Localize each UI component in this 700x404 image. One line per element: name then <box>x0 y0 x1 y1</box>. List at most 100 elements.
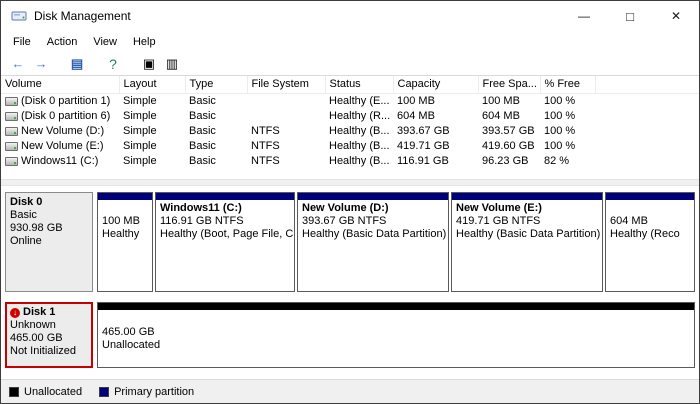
maximize-button[interactable]: □ <box>607 1 653 31</box>
cell-layout: Simple <box>119 139 185 154</box>
cell-layout: Simple <box>119 154 185 169</box>
disk1-kind: Unknown <box>10 319 88 332</box>
volume-name: New Volume (D:) <box>21 124 104 139</box>
partition-size: 116.91 GB NTFS <box>160 215 294 228</box>
legend-swatch-unallocated <box>9 387 19 397</box>
column-header-type[interactable]: Type <box>185 76 247 93</box>
partition-size: 604 MB <box>610 215 694 228</box>
cell-file-system: NTFS <box>247 154 325 169</box>
primary-partition-stripe <box>98 193 152 200</box>
volume-cell: New Volume (E:) <box>1 139 119 154</box>
cell-file-system <box>247 93 325 109</box>
window-controls: — □ ✕ <box>561 1 699 31</box>
legend-label-primary: Primary partition <box>114 386 194 398</box>
views-icon[interactable]: ▥ <box>163 55 181 73</box>
back-icon[interactable]: ← <box>9 55 27 73</box>
partition-block[interactable]: 604 MB Healthy (Reco <box>605 192 695 292</box>
cell-status: Healthy (B... <box>325 139 393 154</box>
titlebar: Disk Management — □ ✕ <box>1 1 699 31</box>
partition-size: 419.71 GB NTFS <box>456 215 602 228</box>
pane-splitter[interactable] <box>1 179 699 186</box>
volume-cell: (Disk 0 partition 1) <box>1 93 119 109</box>
disk0-info-panel[interactable]: Disk 0 Basic 930.98 GB Online <box>5 192 93 292</box>
help-icon[interactable]: ? <box>104 55 122 73</box>
header-row: Volume Layout Type File System Status Ca… <box>1 76 699 93</box>
partition-status: Healthy (Basic Data Partition) <box>456 228 602 241</box>
volume-name: (Disk 0 partition 6) <box>21 109 110 124</box>
disk1-size: 465.00 GB <box>10 332 88 345</box>
volumes-table: Volume Layout Type File System Status Ca… <box>1 76 699 169</box>
graphical-view: Disk 0 Basic 930.98 GB Online 100 MB Hea… <box>1 186 699 379</box>
legend-label-unallocated: Unallocated <box>24 386 82 398</box>
primary-partition-stripe <box>298 193 448 200</box>
cell-filler <box>595 124 699 139</box>
drive-icon <box>5 97 18 106</box>
drive-icon <box>5 112 18 121</box>
menu-file[interactable]: File <box>5 33 39 51</box>
menu-help[interactable]: Help <box>125 33 164 51</box>
disk0-name: Disk 0 <box>10 196 42 209</box>
column-header-status[interactable]: Status <box>325 76 393 93</box>
legend-swatch-primary <box>99 387 109 397</box>
cell-type: Basic <box>185 93 247 109</box>
menu-action[interactable]: Action <box>39 33 86 51</box>
cell-status: Healthy (B... <box>325 154 393 169</box>
partition-status: Healthy (Reco <box>610 228 694 241</box>
menu-view[interactable]: View <box>85 33 125 51</box>
volume-row[interactable]: (Disk 0 partition 6) Simple Basic Health… <box>1 109 699 124</box>
devices-icon[interactable]: ▣ <box>140 55 158 73</box>
partition-name: New Volume (E:) <box>456 202 602 215</box>
volume-cell: (Disk 0 partition 6) <box>1 109 119 124</box>
console-tree-icon[interactable]: ▤ <box>68 55 86 73</box>
partition-block[interactable]: New Volume (D:) 393.67 GB NTFS Healthy (… <box>297 192 449 292</box>
cell-free-space: 393.57 GB <box>478 124 540 139</box>
disk0-row: Disk 0 Basic 930.98 GB Online 100 MB Hea… <box>5 192 695 292</box>
cell-filler <box>595 139 699 154</box>
disk0-partitions: 100 MB Healthy Windows11 (C:) 116.91 GB … <box>97 192 695 292</box>
partition-name: Windows11 (C:) <box>160 202 294 215</box>
close-button[interactable]: ✕ <box>653 1 699 31</box>
legend-bar: Unallocated Primary partition <box>1 379 699 403</box>
volume-row[interactable]: (Disk 0 partition 1) Simple Basic Health… <box>1 93 699 109</box>
partition-block[interactable]: 100 MB Healthy <box>97 192 153 292</box>
partition-name: New Volume (D:) <box>302 202 448 215</box>
cell-filler <box>595 93 699 109</box>
volume-row[interactable]: New Volume (E:) Simple Basic NTFS Health… <box>1 139 699 154</box>
cell-free-space: 419.60 GB <box>478 139 540 154</box>
disk1-info-panel-highlighted[interactable]: ↓ Disk 1 Unknown 465.00 GB Not Initializ… <box>5 302 93 368</box>
column-header-pct-free[interactable]: % Free <box>540 76 595 93</box>
column-header-capacity[interactable]: Capacity <box>393 76 478 93</box>
volume-row[interactable]: New Volume (D:) Simple Basic NTFS Health… <box>1 124 699 139</box>
cell-pct-free: 100 % <box>540 93 595 109</box>
partition-name <box>610 202 694 215</box>
column-header-file-system[interactable]: File System <box>247 76 325 93</box>
primary-partition-stripe <box>452 193 602 200</box>
cell-layout: Simple <box>119 93 185 109</box>
primary-partition-stripe <box>156 193 294 200</box>
partition-size: 465.00 GB <box>102 326 694 339</box>
volume-cell: Windows11 (C:) <box>1 154 119 169</box>
cell-type: Basic <box>185 154 247 169</box>
drive-icon <box>5 142 18 151</box>
volume-name: (Disk 0 partition 1) <box>21 94 110 109</box>
partition-block[interactable]: New Volume (E:) 419.71 GB NTFS Healthy (… <box>451 192 603 292</box>
partition-block[interactable]: Windows11 (C:) 116.91 GB NTFS Healthy (B… <box>155 192 295 292</box>
minimize-button[interactable]: — <box>561 1 607 31</box>
partition-status: Healthy (Basic Data Partition) <box>302 228 448 241</box>
volume-row[interactable]: Windows11 (C:) Simple Basic NTFS Healthy… <box>1 154 699 169</box>
cell-type: Basic <box>185 124 247 139</box>
column-header-free-space[interactable]: Free Spa... <box>478 76 540 93</box>
column-header-filler <box>595 76 699 93</box>
disk1-status: Not Initialized <box>10 345 88 358</box>
unallocated-stripe <box>98 303 694 310</box>
cell-file-system: NTFS <box>247 139 325 154</box>
forward-icon[interactable]: → <box>32 55 50 73</box>
cell-capacity: 116.91 GB <box>393 154 478 169</box>
cell-file-system <box>247 109 325 124</box>
unallocated-block[interactable]: 465.00 GB Unallocated <box>97 302 695 368</box>
disk-app-icon <box>11 8 27 24</box>
cell-pct-free: 100 % <box>540 139 595 154</box>
column-header-layout[interactable]: Layout <box>119 76 185 93</box>
column-header-volume[interactable]: Volume <box>1 76 119 93</box>
cell-capacity: 100 MB <box>393 93 478 109</box>
